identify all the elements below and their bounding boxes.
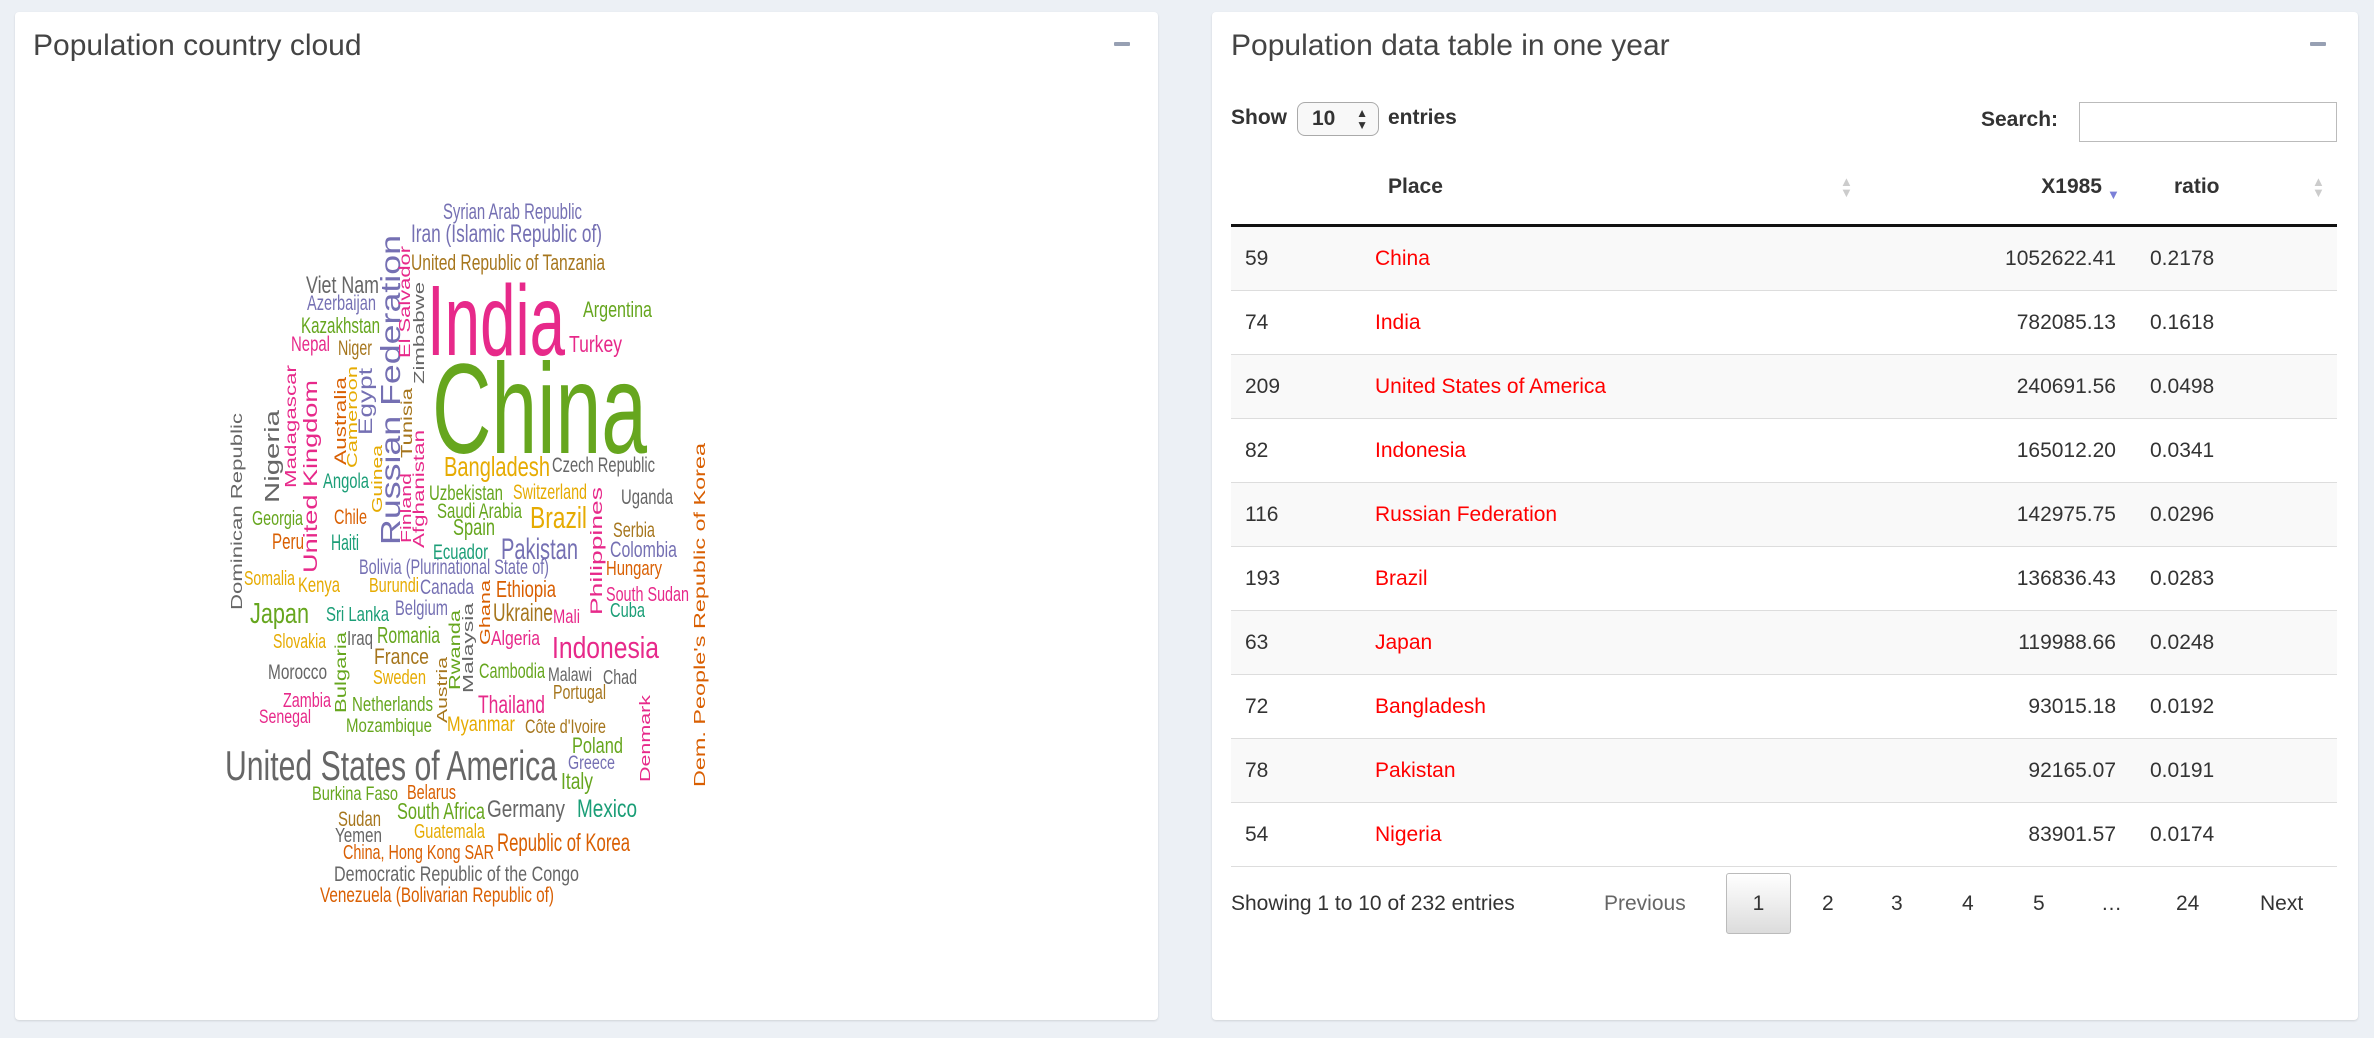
cloud-word: Netherlands [352, 694, 433, 716]
cloud-word: Afghanistan [411, 430, 428, 548]
cloud-word: Ghana [477, 579, 494, 645]
cloud-word: Argentina [583, 297, 653, 322]
cloud-word: Italy [561, 768, 593, 794]
cloud-word: Spain [453, 514, 495, 540]
cloud-word: Ukraine [493, 599, 553, 627]
cloud-word: Indonesia [552, 630, 660, 665]
cloud-word: Nigeria [262, 409, 284, 503]
cloud-word: Philippines [587, 487, 606, 615]
cloud-word: Somalia [244, 568, 296, 590]
cloud-word: Senegal [259, 707, 311, 728]
cloud-word: Chile [334, 506, 367, 529]
cloud-word: Nepal [291, 333, 330, 356]
cloud-word: Slovakia [273, 631, 327, 653]
cloud-word: Cuba [610, 600, 646, 622]
cloud-word: Guinea [369, 444, 386, 513]
cloud-word: Portugal [553, 682, 606, 704]
cloud-word: Germany [487, 796, 565, 823]
cloud-word: Belgium [395, 597, 448, 620]
cloud-word: Malaysia [460, 602, 477, 693]
cloud-word: Mali [553, 607, 580, 628]
cloud-word: Peru [272, 529, 304, 554]
cloud-word: France [374, 644, 429, 669]
cloud-word: United States of America [225, 742, 557, 789]
cloud-word: Egypt [356, 367, 377, 435]
cloud-word: Dem. People's Republic of Korea [692, 443, 709, 787]
cloud-word: Azerbaijan [307, 292, 376, 315]
word-cloud: Syrian Arab RepublicIran (Islamic Republ… [225, 199, 709, 907]
cloud-word: Niger [338, 337, 372, 360]
cloud-word: Myanmar [447, 713, 515, 736]
cloud-word: Japan [250, 598, 309, 630]
cloud-word: Kenya [298, 574, 340, 597]
cloud-word: Brazil [530, 500, 587, 535]
cloud-word: Cambodia [479, 660, 545, 683]
cloud-word: Morocco [268, 661, 327, 684]
cloud-word: Bangladesh [444, 451, 550, 482]
cloud-word: United Kingdom [301, 380, 322, 573]
cloud-word: Uganda [621, 486, 673, 509]
cloud-word: Czech Republic [552, 454, 655, 477]
cloud-word: Iraq [347, 628, 373, 650]
cloud-word: Republic of Korea [497, 829, 630, 857]
cloud-word: China, Hong Kong SAR [343, 842, 494, 864]
cloud-word: Bulgaria [333, 632, 350, 713]
cloud-word: Sweden [373, 667, 426, 689]
cloud-word: Iran (Islamic Republic of) [411, 220, 602, 248]
cloud-word: Mexico [577, 795, 637, 823]
cloud-word: Canada [420, 576, 474, 599]
cloud-word: Hungary [606, 558, 662, 580]
cloud-word: Dominican Republic [229, 413, 246, 610]
cloud-word: Madagascar [283, 364, 300, 488]
cloud-word: Chad [603, 667, 637, 689]
cloud-word: Burundi [369, 575, 419, 597]
cloud-word: Mozambique [346, 716, 432, 737]
cloud-word: Burkina Faso [312, 784, 398, 805]
cloud-word: Georgia [252, 508, 304, 530]
cloud-word: Haiti [331, 530, 359, 555]
cloud-word: Algeria [491, 628, 541, 650]
cloud-word: Angola [323, 470, 369, 493]
cloud-word: Democratic Republic of the Congo [334, 863, 579, 886]
cloud-word: Guatemala [414, 821, 486, 843]
cloud-word: Venezuela (Bolivarian Republic of) [320, 884, 554, 907]
cloud-word: Denmark [637, 694, 654, 782]
cloud-word: Zimbabwe [411, 282, 428, 384]
